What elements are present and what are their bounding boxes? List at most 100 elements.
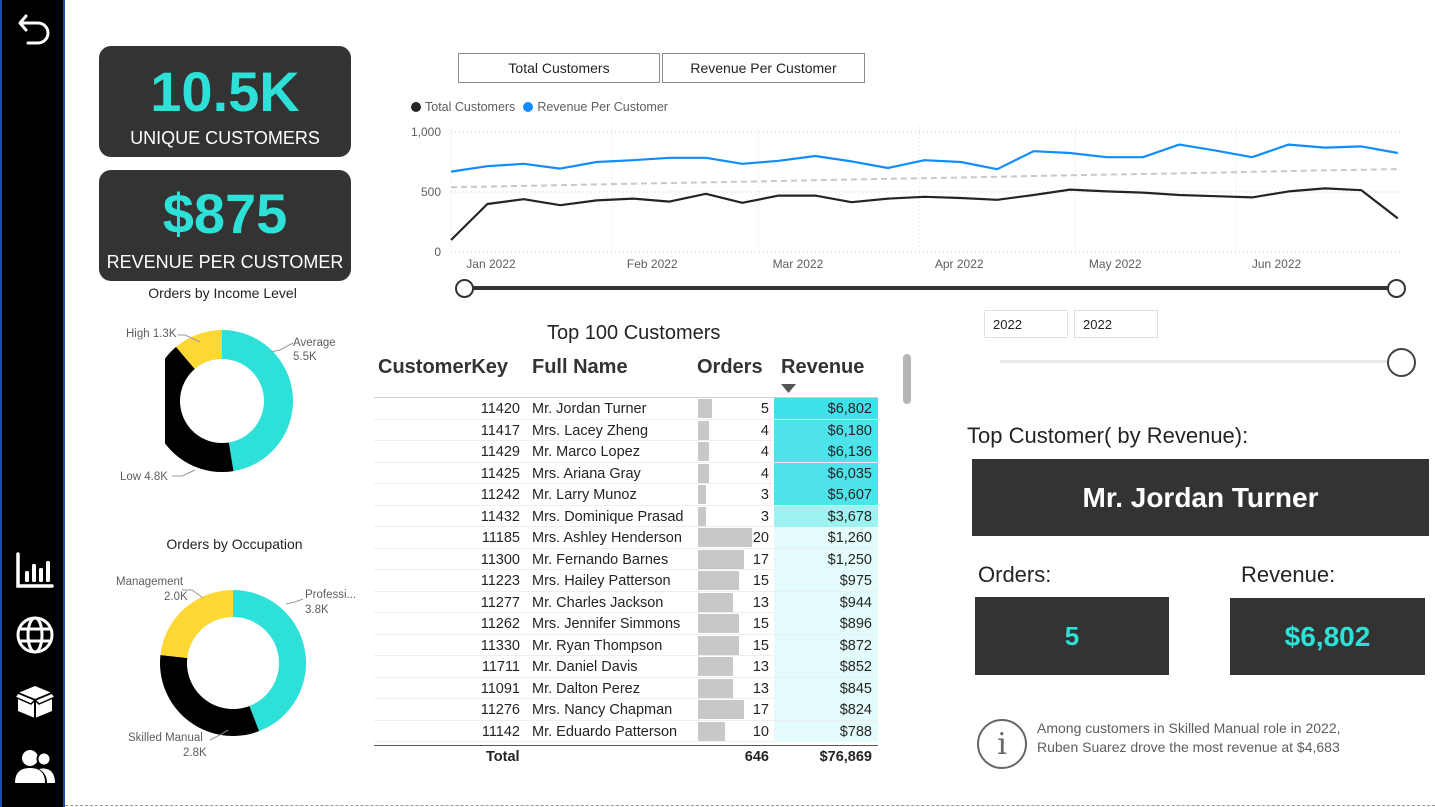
revenue-per-customer-button[interactable]: Revenue Per Customer	[662, 53, 865, 83]
cell-revenue: $1,260	[827, 530, 872, 546]
year-slider-handle[interactable]	[1387, 348, 1416, 377]
cell-customer-key: 11330	[480, 637, 520, 654]
cell-orders: 4	[760, 465, 769, 482]
series-line-total-customers[interactable]	[450, 187, 1399, 241]
cell-orders: 15	[752, 637, 769, 654]
year-end-input[interactable]: 2022	[1074, 310, 1158, 338]
kpi-revenue-per-customer-value: $875	[162, 182, 288, 245]
cell-full-name: Mr. Daniel Davis	[532, 659, 638, 675]
cell-full-name: Mrs. Ariana Gray	[532, 465, 641, 482]
table-row[interactable]: 11262 Mrs. Jennifer Simmons 15 $896	[374, 613, 878, 635]
occupation-label-management-value: 2.0K	[164, 591, 188, 603]
globe-icon[interactable]	[12, 612, 58, 658]
cell-customer-key: 11432	[480, 508, 520, 525]
cell-customer-key: 11142	[481, 723, 520, 740]
occupation-label-skilled: Skilled Manual	[128, 732, 203, 744]
table-row[interactable]: 11330 Mr. Ryan Thompson 15 $872	[374, 634, 878, 656]
table-row[interactable]: 11276 Mrs. Nancy Chapman 17 $824	[374, 699, 878, 721]
cell-customer-key: 11277	[480, 594, 520, 611]
table-row[interactable]: 11223 Mrs. Hailey Patterson 15 $975	[374, 570, 878, 592]
header-customer-key[interactable]: CustomerKey	[378, 356, 508, 379]
cell-full-name: Mrs. Hailey Patterson	[532, 573, 671, 589]
insight-line-2: Ruben Suarez drove the most revenue at $…	[1037, 739, 1340, 755]
legend-revenue-per-customer: Revenue Per Customer	[537, 100, 668, 114]
report-page: 10.5K UNIQUE CUSTOMERS $875 REVENUE PER …	[0, 0, 1435, 807]
total-orders: 646	[744, 749, 769, 765]
cell-revenue: $6,035	[827, 465, 872, 482]
trend-line[interactable]	[450, 168, 1398, 189]
header-revenue[interactable]: Revenue	[781, 356, 864, 379]
cell-customer-key: 11242	[480, 487, 520, 503]
year-slider-track[interactable]	[1000, 360, 1400, 363]
back-arrow-icon[interactable]	[12, 6, 58, 52]
header-orders[interactable]: Orders	[697, 356, 763, 379]
cell-full-name: Mrs. Ashley Henderson	[532, 530, 682, 546]
cell-full-name: Mr. Dalton Perez	[532, 680, 640, 697]
cell-revenue: $845	[839, 680, 872, 697]
cell-full-name: Mrs. Nancy Chapman	[532, 702, 673, 718]
kpi-unique-customers-value: 10.5K	[150, 60, 300, 123]
year-start-input[interactable]: 2022	[984, 310, 1068, 338]
cell-revenue: $944	[839, 594, 872, 611]
table-row[interactable]: 11711 Mr. Daniel Davis 13 $852	[374, 656, 878, 678]
legend-total-customers: Total Customers	[425, 100, 516, 114]
cell-revenue: $6,180	[827, 422, 872, 439]
cell-full-name: Mr. Fernando Barnes	[532, 551, 669, 568]
cell-orders: 3	[760, 487, 769, 503]
table-row[interactable]: 11429 Mr. Marco Lopez 4 $6,136	[374, 441, 878, 463]
table-title: Top 100 Customers	[547, 322, 721, 344]
box-icon[interactable]	[12, 678, 58, 724]
table-row[interactable]: 11142 Mr. Eduardo Patterson 10 $788	[374, 720, 878, 742]
cell-full-name: Mrs. Dominique Prasad	[532, 508, 684, 525]
total-customers-button[interactable]: Total Customers	[458, 53, 660, 83]
cell-customer-key: 11300	[480, 551, 520, 568]
income-label-high: High 1.3K	[126, 328, 177, 340]
x-tick-label: Jan 2022	[466, 257, 516, 271]
line-chart: 1,000 500 0 Jan 2022 Feb 2022 Mar 2022 Apr 202…	[411, 125, 1403, 271]
cell-orders: 17	[752, 551, 769, 568]
table-scrollbar[interactable]	[903, 354, 911, 404]
range-slider-start-handle[interactable]	[455, 279, 474, 298]
table-row[interactable]: 11185 Mrs. Ashley Henderson 20 $1,260	[374, 527, 878, 549]
cell-orders: 13	[752, 594, 769, 611]
table-body: 11420 Mr. Jordan Turner 5 $6,802 11417 Mrs. L…	[374, 397, 878, 745]
total-label: Total	[486, 749, 520, 765]
table-row[interactable]: 11432 Mrs. Dominique Prasad 3 $3,678	[374, 505, 878, 527]
bar-chart-icon[interactable]	[12, 548, 58, 594]
cell-orders: 17	[752, 702, 769, 718]
table-row[interactable]: 11300 Mr. Fernando Barnes 17 $1,250	[374, 548, 878, 570]
cell-revenue: $1,250	[827, 551, 872, 568]
top-customer-title: Top Customer( by Revenue):	[967, 423, 1249, 448]
series-line-revenue-per-customer[interactable]	[450, 143, 1398, 173]
cell-full-name: Mr. Marco Lopez	[532, 444, 640, 460]
table-row[interactable]: 11420 Mr. Jordan Turner 5 $6,802	[374, 398, 878, 420]
header-full-name[interactable]: Full Name	[532, 356, 628, 379]
income-chart-title: Orders by Income Level	[148, 285, 297, 301]
cell-orders: 10	[752, 723, 769, 740]
insight-line-1: Among customers in Skilled Manual role i…	[1037, 720, 1341, 736]
people-icon[interactable]	[12, 743, 58, 789]
cell-customer-key: 11276	[480, 702, 520, 718]
y-tick-label: 1,000	[411, 125, 441, 139]
cell-revenue: $5,607	[827, 487, 872, 503]
y-tick-label: 0	[434, 245, 441, 259]
info-icon[interactable]: i	[977, 719, 1027, 769]
range-slider-end-handle[interactable]	[1387, 279, 1406, 298]
cell-full-name: Mr. Jordan Turner	[532, 401, 647, 417]
sort-desc-icon[interactable]	[781, 384, 797, 394]
kpi-revenue-per-customer-label: REVENUE PER CUSTOMER	[106, 252, 344, 272]
cell-customer-key: 11091	[480, 680, 520, 697]
cell-customer-key: 11185	[481, 530, 520, 546]
occupation-chart-title: Orders by Occupation	[166, 536, 303, 552]
cell-full-name: Mr. Ryan Thompson	[532, 637, 663, 654]
legend-dot-revenue	[523, 102, 534, 112]
table-row[interactable]: 11091 Mr. Dalton Perez 13 $845	[374, 677, 878, 699]
table-row[interactable]: 11277 Mr. Charles Jackson 13 $944	[374, 591, 878, 613]
table-row[interactable]: 11417 Mrs. Lacey Zheng 4 $6,180	[374, 419, 878, 441]
revenue-label: Revenue:	[1241, 562, 1336, 587]
cell-full-name: Mr. Charles Jackson	[532, 594, 664, 611]
table-total-row: Total 646 $76,869	[374, 745, 878, 769]
cell-customer-key: 11425	[480, 465, 520, 482]
table-row[interactable]: 11242 Mr. Larry Munoz 3 $5,607	[374, 484, 878, 506]
table-row[interactable]: 11425 Mrs. Ariana Gray 4 $6,035	[374, 462, 878, 484]
